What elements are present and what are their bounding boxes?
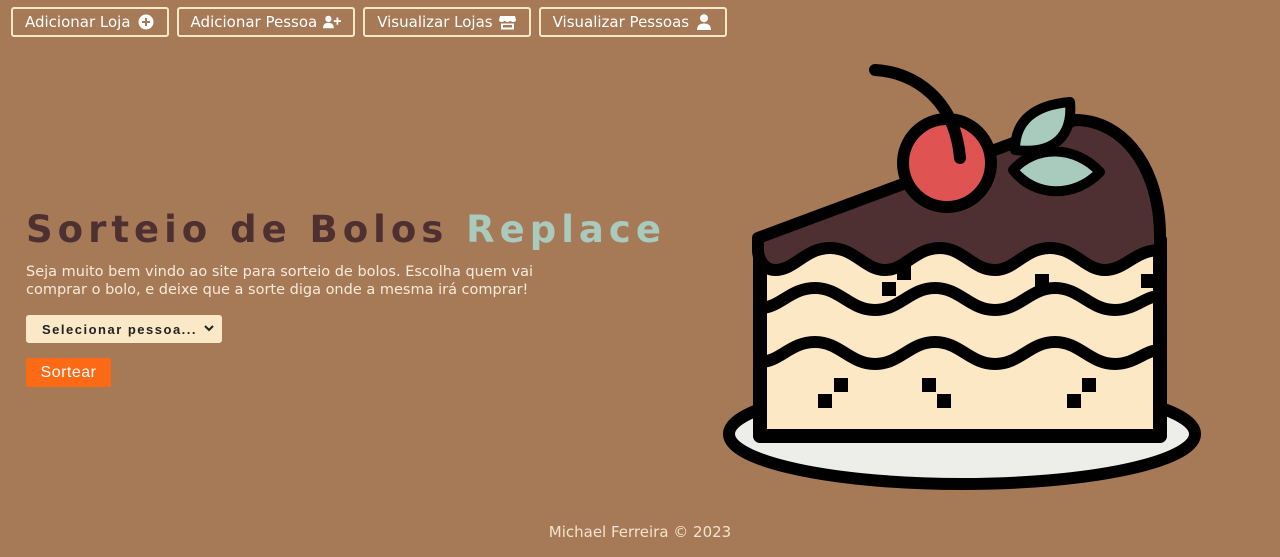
view-stores-label: Visualizar Lojas [377, 13, 493, 31]
add-store-button[interactable]: Adicionar Loja [11, 7, 169, 37]
title-main: Sorteio de Bolos [26, 208, 467, 251]
user-plus-icon [323, 13, 342, 31]
add-person-label: Adicionar Pessoa [190, 13, 318, 31]
person-select-value: Selecionar pessoa... [42, 321, 198, 337]
welcome-text: Seja muito bem vindo ao site para sortei… [26, 264, 534, 298]
user-icon [695, 13, 713, 31]
store-icon [499, 13, 517, 31]
top-nav: Adicionar Loja Adicionar Pessoa Visualiz… [11, 7, 728, 37]
cake-illustration [723, 64, 1201, 490]
add-store-label: Adicionar Loja [25, 13, 131, 31]
hero-section: Sorteio de Bolos Replace Seja muito bem … [26, 208, 661, 387]
view-people-label: Visualizar Pessoas [552, 13, 690, 31]
plus-circle-icon [137, 13, 155, 31]
page-title: Sorteio de Bolos Replace [26, 208, 661, 251]
view-stores-button[interactable]: Visualizar Lojas [363, 7, 531, 37]
add-person-button[interactable]: Adicionar Pessoa [176, 7, 356, 37]
person-select[interactable]: Selecionar pessoa... [26, 315, 222, 343]
draw-button[interactable]: Sortear [26, 358, 111, 387]
title-accent: Replace [466, 208, 666, 251]
chevron-down-icon [204, 324, 214, 334]
footer-text: Michael Ferreira © 2023 [548, 523, 732, 541]
view-people-button[interactable]: Visualizar Pessoas [538, 7, 728, 37]
